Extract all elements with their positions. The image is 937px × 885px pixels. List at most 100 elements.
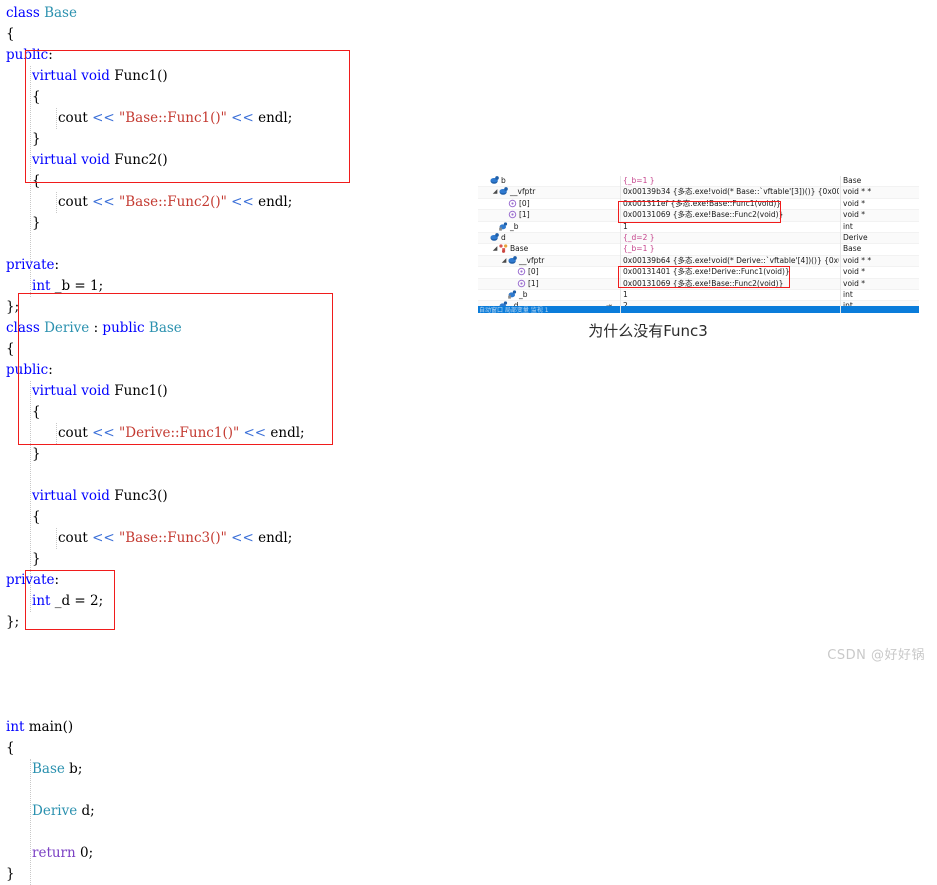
code-line: class Derive : public Base [6,318,182,339]
code-token: }; [6,299,20,315]
watch-type-label: void * [843,198,866,208]
watch-row[interactable]: [1] 0x00131069 {多态.exe!Base::Func2(void)}… [478,210,919,222]
watch-row[interactable]: b {_b=1 } Base [478,176,919,188]
watch-type-label: int [843,289,853,299]
code-token: return [32,845,76,861]
chevron-down-icon[interactable]: ◢ [500,256,508,266]
watch-type-cell: void * [841,279,919,289]
watch-value-label: 0x00139b34 {多态.exe!void(* Base::`vftable… [623,187,839,197]
watch-row[interactable]: d {_d=2 } Derive [478,232,919,245]
code-line: { [6,24,15,45]
watch-value-cell[interactable]: 1 [621,222,839,232]
watch-name-cell[interactable]: d [478,233,620,243]
watch-row[interactable]: ◢ Base {_b=1 } Base [478,244,919,256]
code-line: { [6,339,15,360]
watch-name-cell[interactable]: [1] [478,279,620,289]
watch-name-cell[interactable]: b [478,176,620,186]
code-token: b; [64,761,83,777]
watch-name-cell[interactable]: [0] [478,199,620,209]
code-token: _d = 2; [50,593,104,609]
code-token: { [32,509,41,525]
watch-row[interactable]: _b 1 int [478,222,919,233]
watch-value-cell[interactable]: 0x001311ef {多态.exe!Base::Func1(void)} [621,199,839,209]
code-line: cout << "Derive::Func1()" << endl; [58,423,305,444]
code-token: "Derive::Func1()" [119,425,240,441]
code-line: class Base [6,3,77,24]
watch-type-cell: Derive [841,233,919,243]
watch-name-cell[interactable]: _b [478,222,620,232]
private-field-icon [499,221,508,231]
watch-name-cell[interactable]: ◢ Base [478,244,620,254]
code-token: cout [58,194,88,210]
watch-value-cell[interactable]: 0x00131069 {多态.exe!Base::Func2(void)} [621,279,839,289]
watch-type-label: Base [843,244,862,254]
watch-name-cell[interactable]: ◢ __vfptr [478,256,620,266]
code-token: Base [44,5,77,21]
watch-row[interactable]: [0] 0x00131401 {多态.exe!Derive::Func1(void… [478,267,919,279]
code-token: void [81,488,110,504]
watch-type-label: void * * [843,255,872,265]
watch-value-label: {_b=1 } [623,176,655,185]
code-line: private: [6,570,59,591]
watch-name-cell[interactable]: ◢ __vfptr [478,187,620,197]
code-token: : [48,362,53,378]
code-token: virtual [32,68,77,84]
code-token: private [6,257,55,273]
code-token: << [92,530,115,546]
code-token: cout [58,110,88,126]
watch-value-cell[interactable]: 0x00139b64 {多态.exe!void(* Derive::`vftab… [621,256,839,266]
watch-value-cell[interactable]: 1 [621,290,839,300]
debugger-watch-window[interactable]: b {_b=1 } Base ◢ __vfptr 0x00139b34 {多态.exe!v… [478,176,919,313]
watch-value-label: {_b=1 } [623,244,655,254]
code-line: Base b; [32,759,82,780]
watch-value-cell[interactable]: 0x00139b34 {多态.exe!void(* Base::`vftable… [621,187,839,197]
watch-value-cell[interactable]: 0x00131069 {多态.exe!Base::Func2(void)} [621,210,839,220]
watch-row[interactable]: ◢ __vfptr 0x00139b64 {多态.exe!void(* Derive… [478,255,919,268]
watch-type-cell: void * [841,267,919,277]
code-token: << [231,530,254,546]
code-token: } [6,866,15,882]
watch-type-label: void * [843,210,866,220]
code-line: int _d = 2; [32,591,103,612]
watch-type-label: Derive [843,232,868,242]
chevron-down-icon[interactable]: ◢ [491,187,499,197]
code-line: { [6,738,15,759]
variable-icon [490,176,499,185]
chevron-down-icon[interactable]: ◢ [491,244,499,254]
watch-name-cell[interactable]: [1] [478,210,620,220]
code-line: int _b = 1; [32,276,103,297]
private-field-icon [508,290,517,299]
watch-window-footer-tabs[interactable]: 自动窗口 局部变量 监视 1 [478,306,919,313]
watch-value-label: 0x00131069 {多态.exe!Base::Func2(void)} [623,278,784,288]
watch-value-cell[interactable]: {_b=1 } [621,244,839,254]
code-token: _b = 1; [50,278,104,294]
watch-row[interactable]: ◢ __vfptr 0x00139b34 {多态.exe!void(* Base::… [478,187,919,199]
watch-value-cell[interactable]: 0x00131401 {多态.exe!Derive::Func1(void)} [621,267,839,277]
watch-value-cell[interactable]: {_b=1 } [621,176,839,186]
code-line: { [32,171,41,192]
code-token: } [32,131,41,147]
code-token: int [6,719,25,735]
watch-value-label: 0x001311ef {多态.exe!Base::Func1(void)} [623,198,782,208]
variable-icon [499,187,508,196]
code-line: } [32,444,41,465]
watch-row-list[interactable]: b {_b=1 } Base ◢ __vfptr 0x00139b34 {多态.exe!v… [478,176,919,313]
watch-value-cell[interactable]: {_d=2 } [621,233,839,243]
watch-row[interactable]: _b 1 int [478,289,919,302]
code-token: Derive [32,803,78,819]
watch-row[interactable]: [0] 0x001311ef {多态.exe!Base::Func1(void)}… [478,198,919,211]
watch-row[interactable]: [1] 0x00131069 {多态.exe!Base::Func2(void)}… [478,278,919,290]
watch-type-cell: Base [841,176,919,186]
code-token: public [6,47,49,63]
code-line: } [32,549,41,570]
watch-name-label: [1] [528,278,539,288]
code-line: } [32,213,41,234]
code-token: } [32,446,41,462]
code-line: } [32,129,41,150]
watch-type-cell: Base [841,244,919,254]
watch-name-cell[interactable]: _b [478,290,620,300]
watch-name-cell[interactable]: [0] [478,267,620,277]
watch-type-label: void * * [843,187,872,197]
watch-value-label: {_d=2 } [623,232,655,242]
watch-value-label: 0x00131069 {多态.exe!Base::Func2(void)} [623,210,784,220]
